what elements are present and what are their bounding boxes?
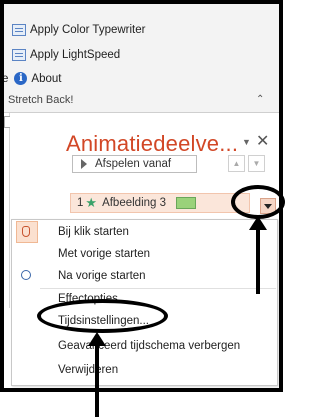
arrow-up-to-timing: [88, 332, 106, 346]
close-icon[interactable]: ✕: [256, 131, 269, 151]
apply-lightspeed-button[interactable]: Apply LightSpeed: [12, 49, 120, 61]
blank-icon: [16, 310, 38, 332]
animation-list-item[interactable]: 1 ★ Afbeelding 3: [70, 193, 250, 213]
entrance-effect-icon: ★: [85, 195, 98, 210]
menu-item-label: Tijdsinstellingen...: [58, 315, 149, 327]
animation-order-number: 1: [77, 197, 84, 209]
menu-item-remove[interactable]: Verwijderen: [12, 359, 277, 381]
menu-item-label: Geavanceerd tijdschema verbergen: [58, 340, 241, 352]
play-from-label: Afspelen vanaf: [95, 158, 172, 170]
animation-dropdown-button[interactable]: [260, 198, 276, 214]
addin-doc-icon: [12, 24, 26, 36]
arrow-shaft-timing: [95, 345, 99, 417]
blank-icon: [16, 288, 38, 310]
animation-target-label: Afbeelding 3: [102, 197, 167, 209]
info-icon: i: [14, 72, 28, 85]
menu-item-with-previous[interactable]: Met vorige starten: [12, 243, 277, 265]
arrow-shaft-dropdown: [256, 229, 260, 294]
blank-icon: [16, 243, 38, 265]
pane-title: Animatiedeelve...: [66, 131, 239, 156]
menu-item-label: Bij klik starten: [58, 226, 129, 238]
ribbon: Apply Color Typewriter Apply LightSpeed …: [4, 4, 279, 116]
pane-options-icon[interactable]: ▼: [242, 137, 251, 147]
mouse-click-icon: [16, 221, 38, 243]
menu-item-label: Verwijderen: [58, 364, 119, 376]
collapse-ribbon-icon[interactable]: ⌃: [256, 94, 264, 105]
menu-item-label: Effectopties...: [58, 293, 128, 305]
move-up-button[interactable]: ▲: [228, 155, 245, 172]
menu-item-effect-options[interactable]: Effectopties...: [12, 288, 277, 310]
ribbon-group-label: Stretch Back!: [8, 94, 74, 106]
addin-doc-icon: [12, 49, 26, 61]
menu-item-label: Na vorige starten: [58, 270, 146, 282]
move-down-button[interactable]: ▼: [248, 155, 265, 172]
clock-icon: [16, 265, 38, 287]
menu-item-on-click[interactable]: Bij klik starten: [12, 221, 277, 243]
menu-item-label: Met vorige starten: [58, 248, 151, 260]
apply-color-typewriter-button[interactable]: Apply Color Typewriter: [12, 24, 145, 36]
context-menu: Bij klik starten Met vorige starten Na v…: [11, 219, 278, 386]
menu-item-after-previous[interactable]: Na vorige starten: [12, 265, 277, 287]
ribbon-item-label: Apply LightSpeed: [30, 49, 121, 61]
timeline-bar: [176, 197, 197, 209]
ribbon-item-label: About: [31, 72, 62, 85]
cut-off-text: e: [2, 72, 9, 85]
screenshot-frame: Apply Color Typewriter Apply LightSpeed …: [0, 0, 283, 392]
about-button[interactable]: e i About: [2, 72, 62, 85]
blank-icon: [16, 359, 38, 381]
menu-item-hide-advanced-timeline[interactable]: Geavanceerd tijdschema verbergen: [12, 335, 277, 357]
arrow-up-to-dropdown: [249, 216, 267, 230]
play-from-button[interactable]: Afspelen vanaf: [72, 155, 197, 173]
play-icon: [81, 159, 87, 169]
menu-item-timing[interactable]: Tijdsinstellingen...: [12, 310, 277, 332]
blank-icon: [16, 335, 38, 357]
ribbon-item-label: Apply Color Typewriter: [30, 24, 146, 36]
